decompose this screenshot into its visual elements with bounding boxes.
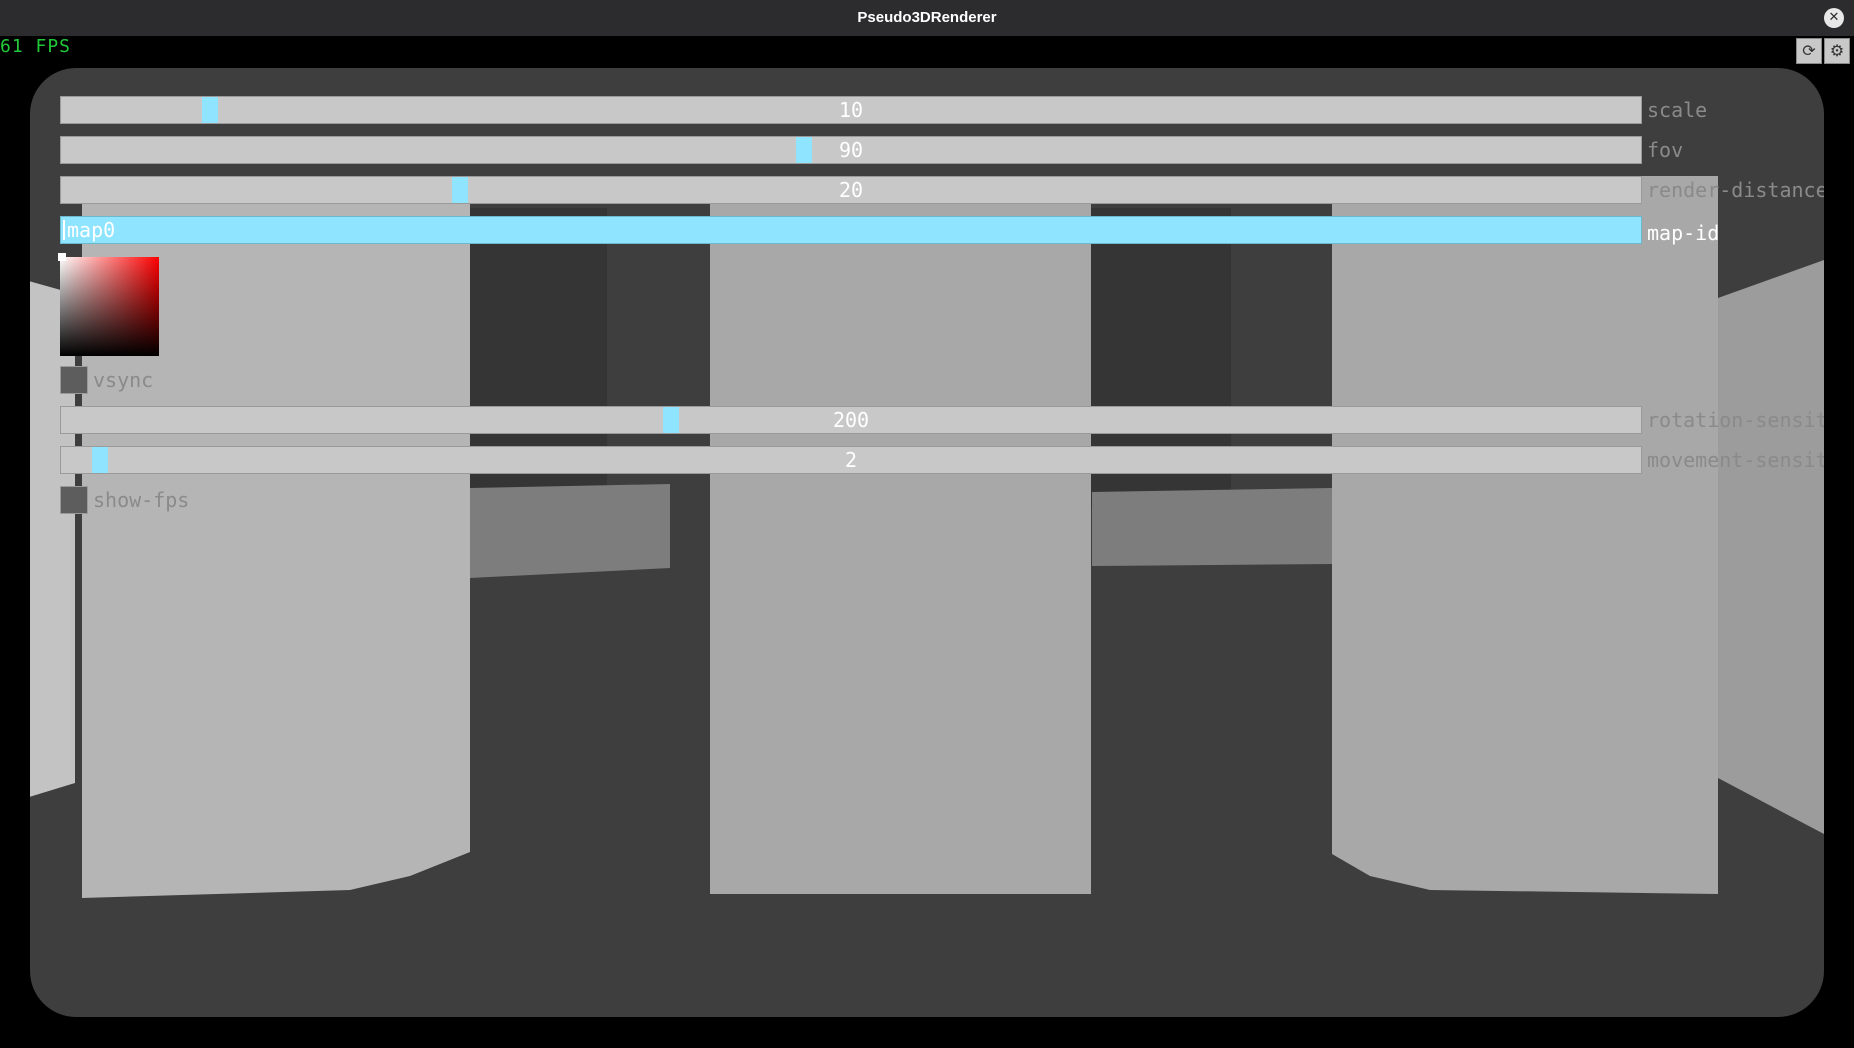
refresh-icon[interactable]: ⟳ bbox=[1796, 38, 1822, 64]
gear-icon[interactable]: ⚙ bbox=[1824, 38, 1850, 64]
color-picker-cursor[interactable] bbox=[58, 253, 66, 261]
vsync-checkbox[interactable] bbox=[60, 366, 88, 394]
scene-render bbox=[30, 176, 1824, 898]
movement-sensitivity-slider[interactable]: 2 bbox=[60, 446, 1642, 474]
render-distance-slider[interactable]: 20 bbox=[60, 176, 1642, 204]
fov-value: 90 bbox=[838, 138, 864, 162]
render-distance-value: 20 bbox=[838, 178, 864, 202]
title-bar: Pseudo3DRenderer ✕ bbox=[0, 0, 1854, 36]
scale-label: scale bbox=[1647, 98, 1708, 122]
scale-slider[interactable]: 10 bbox=[60, 96, 1642, 124]
fps-counter: 61 FPS bbox=[0, 36, 72, 57]
movement-sensitivity-value: 2 bbox=[844, 448, 858, 472]
vsync-label: vsync bbox=[93, 368, 154, 392]
color-picker[interactable] bbox=[60, 257, 159, 356]
render-distance-label: render-distance bbox=[1647, 178, 1824, 202]
rotation-sensitivity-slider[interactable]: 200 bbox=[60, 406, 1642, 434]
fov-slider[interactable]: 90 bbox=[60, 136, 1642, 164]
show-fps-checkbox[interactable] bbox=[60, 486, 88, 514]
rotation-sensitivity-value: 200 bbox=[832, 408, 870, 432]
map-id-value: map0 bbox=[67, 218, 116, 242]
map-id-label: map-id bbox=[1647, 221, 1720, 245]
text-caret bbox=[63, 220, 65, 240]
settings-panel: 10 scale 90 fov 20 render-distance map0 … bbox=[30, 68, 1824, 1017]
window-title: Pseudo3DRenderer bbox=[857, 9, 997, 26]
show-fps-label: show-fps bbox=[93, 488, 190, 512]
scale-value: 10 bbox=[838, 98, 864, 122]
map-id-input[interactable]: map0 bbox=[60, 216, 1642, 244]
rotation-sensitivity-label: rotation-sensitivity bbox=[1647, 408, 1824, 432]
fov-label: fov bbox=[1647, 138, 1684, 162]
close-icon[interactable]: ✕ bbox=[1824, 8, 1844, 28]
movement-sensitivity-label: movement-sensitivit bbox=[1647, 448, 1824, 472]
